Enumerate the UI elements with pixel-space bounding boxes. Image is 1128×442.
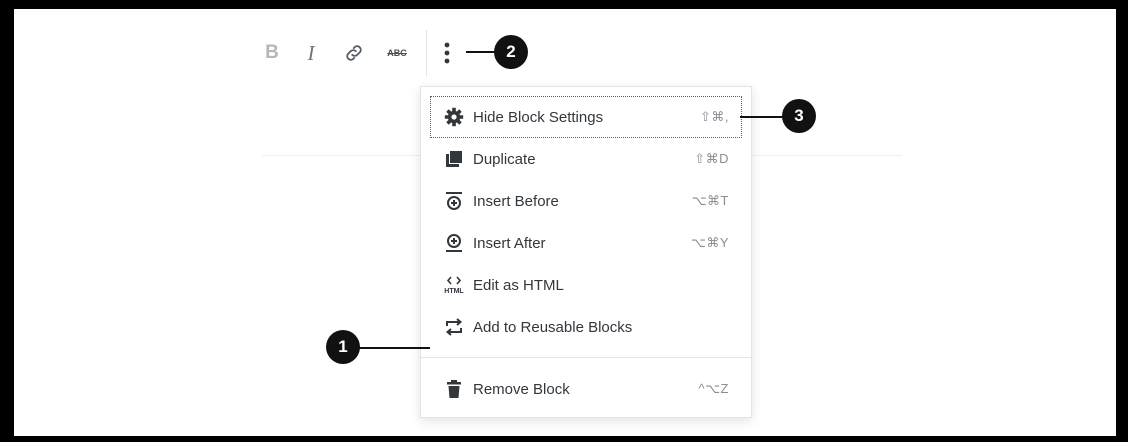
menu-item-label: Hide Block Settings <box>473 108 604 126</box>
menu-item-label: Add to Reusable Blocks <box>473 318 633 336</box>
bold-label: B <box>265 42 279 63</box>
menu-item-shortcut: ⌥⌘Y <box>690 235 729 250</box>
callout-number: 3 <box>794 106 804 125</box>
bold-button[interactable]: B <box>262 30 282 76</box>
menu-item-duplicate[interactable]: Duplicate ⇧⌘D <box>431 139 741 179</box>
menu-item-add-to-reusable-blocks[interactable]: Add to Reusable Blocks <box>431 307 741 347</box>
menu-item-insert-after[interactable]: Insert After ⌥⌘Y <box>431 223 741 263</box>
menu-item-label: Insert After <box>473 234 546 252</box>
menu-item-label: Insert Before <box>473 192 559 210</box>
insert-before-icon <box>443 190 465 212</box>
callout-3: 3 <box>782 99 816 133</box>
strikethrough-button[interactable]: ABC <box>384 30 410 76</box>
callout-1: 1 <box>326 330 360 364</box>
italic-label: I <box>307 40 315 65</box>
vertical-ellipsis-icon <box>443 41 451 65</box>
menu-item-shortcut: ⇧⌘D <box>694 151 729 166</box>
menu-item-shortcut: ⇧⌘, <box>699 109 729 124</box>
block-toolbar: B I ABC <box>222 30 468 76</box>
html-icon: HTML <box>443 274 465 296</box>
gear-icon <box>443 106 465 128</box>
link-button[interactable] <box>340 30 368 76</box>
callout-2-leader <box>466 51 496 53</box>
callout-number: 2 <box>506 42 516 61</box>
more-options-button[interactable] <box>426 30 467 76</box>
duplicate-icon <box>443 148 465 170</box>
menu-item-hide-block-settings[interactable]: Hide Block Settings ⇧⌘, <box>430 96 742 138</box>
callout-3-leader <box>740 116 784 118</box>
link-icon <box>343 42 365 64</box>
strikethrough-label: ABC <box>387 48 407 58</box>
menu-item-shortcut: ^⌥Z <box>698 381 729 396</box>
italic-button[interactable]: I <box>300 30 322 76</box>
menu-item-shortcut: ⌥⌘T <box>691 193 729 208</box>
menu-item-label: Edit as HTML <box>473 276 564 294</box>
callout-1-leader <box>358 347 430 349</box>
insert-after-icon <box>443 232 465 254</box>
menu-item-edit-as-html[interactable]: HTML Edit as HTML <box>431 265 741 305</box>
callout-number: 1 <box>338 337 348 356</box>
menu-divider <box>421 357 751 358</box>
trash-icon <box>443 378 465 400</box>
menu-item-remove-block[interactable]: Remove Block ^⌥Z <box>431 369 741 409</box>
svg-text:HTML: HTML <box>444 288 464 295</box>
menu-item-insert-before[interactable]: Insert Before ⌥⌘T <box>431 181 741 221</box>
menu-item-label: Duplicate <box>473 150 536 168</box>
reusable-block-icon <box>443 316 465 338</box>
menu-item-label: Remove Block <box>473 380 570 398</box>
callout-2: 2 <box>494 35 528 69</box>
block-settings-menu: Hide Block Settings ⇧⌘, Duplicate ⇧⌘D In… <box>420 86 752 418</box>
